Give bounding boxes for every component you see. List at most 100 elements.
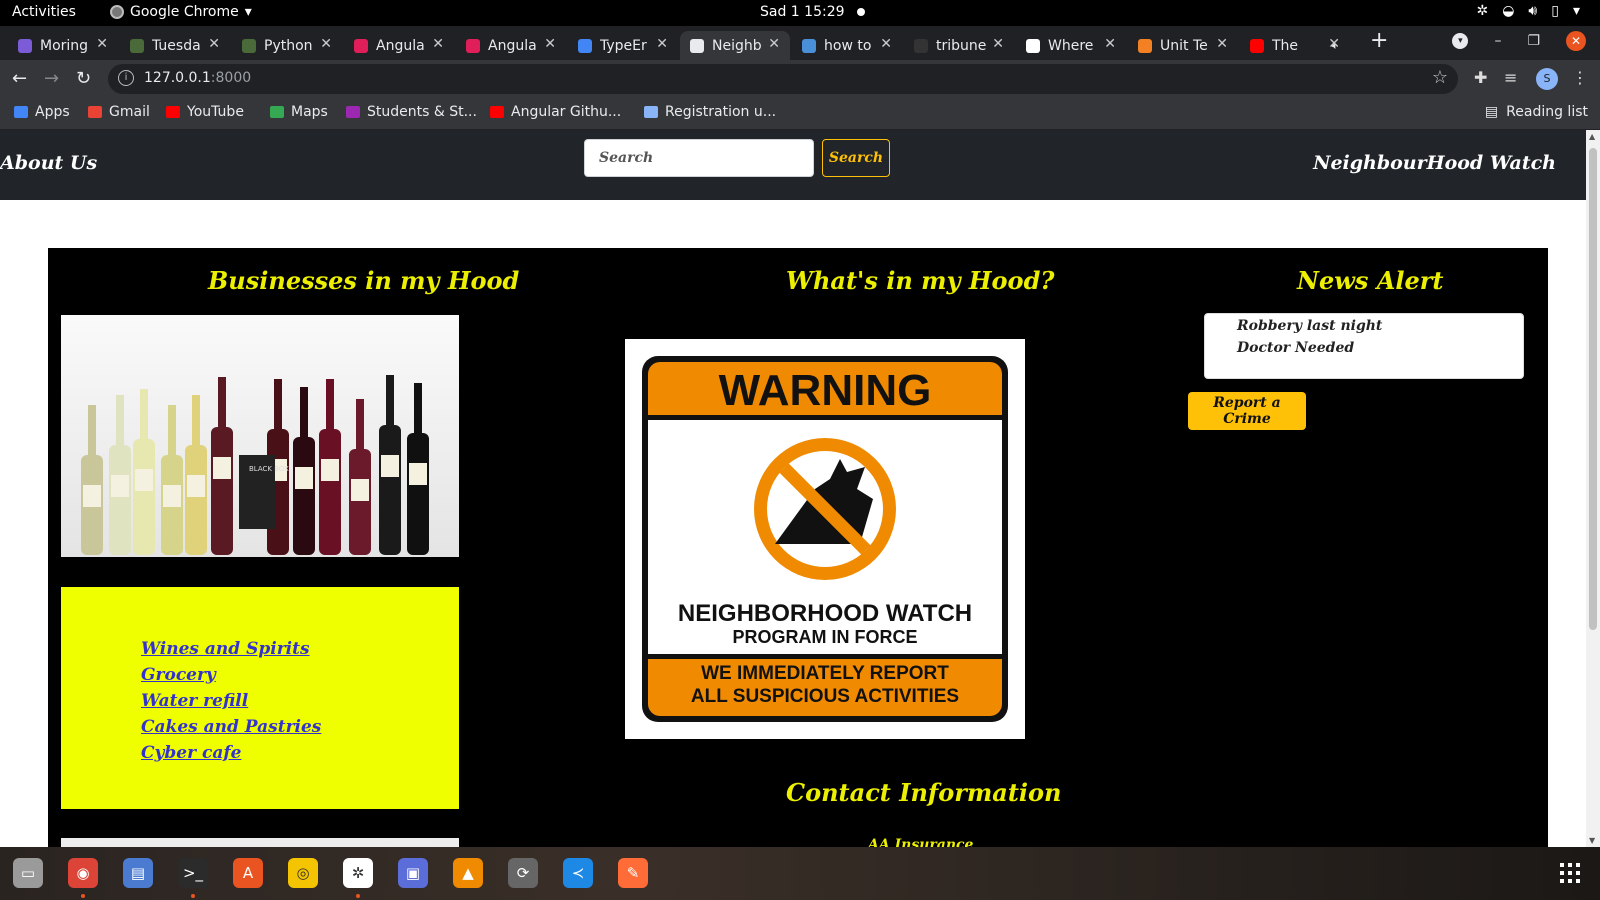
business-link[interactable]: Water refill [141,691,248,711]
bookmark-item[interactable]: Gmail [88,104,150,120]
profile-avatar[interactable]: S [1536,68,1558,90]
app-menu[interactable]: Google Chrome ▾ [110,4,252,20]
text-editor-icon[interactable]: ▤ [123,858,153,888]
browser-tab[interactable]: Neighb ✕ [680,31,790,60]
scroll-down-icon[interactable]: ▼ [1589,836,1595,845]
bookmark-item[interactable]: Maps [270,104,328,120]
bottle-neck-shape [386,375,394,429]
chrome-icon[interactable]: ◉ [68,858,98,888]
tab-close-icon[interactable]: ✕ [432,36,444,52]
new-tab-button[interactable]: + [1370,28,1388,53]
sign-warning-text: WARNING [719,366,932,415]
tab-strip: Moring ✕ Tuesda ✕ Python ✕ Angula ✕ Angula ✕ TypeE… [0,26,1600,60]
browser-tab[interactable]: tribune ✕ [904,31,1014,60]
site-info-icon[interactable]: i [118,70,134,86]
sign-line-1: NEIGHBORHOOD WATCH [678,600,972,627]
browser-tab[interactable]: The 🔈︎ ✕ [1240,31,1350,60]
tab-title: Moring [40,37,89,54]
close-window-icon[interactable]: ✕ [1566,31,1586,51]
report-crime-button[interactable]: Report a Crime [1188,392,1306,430]
tab-close-icon[interactable]: ✕ [1104,36,1116,52]
bookmark-item[interactable]: Registration u... [644,104,776,120]
tab-close-icon[interactable]: ✕ [96,36,108,52]
battery-icon[interactable]: ▯ [1551,3,1559,19]
tab-close-icon[interactable]: ✕ [880,36,892,52]
chevron-down-icon[interactable]: ▾ [1573,3,1580,19]
browser-tab[interactable]: Angula ✕ [344,31,454,60]
browser-tab[interactable]: how to ✕ [792,31,902,60]
scroll-up-icon[interactable]: ▲ [1589,132,1595,141]
clock[interactable]: Sad 1 15:29 [760,4,865,20]
bookmark-favicon-icon [88,106,102,118]
reload-icon[interactable]: ↻ [76,68,91,89]
browser-tab[interactable]: Where ✕ [1016,31,1126,60]
volume-icon[interactable]: 🔊︎ [1528,3,1537,19]
page-scrollbar[interactable]: ▲ ▼ [1586,130,1600,847]
media-icon[interactable]: ≡ [1504,68,1517,87]
activities-button[interactable]: Activities [12,4,76,20]
tab-search-icon[interactable]: ▾ [1452,33,1469,49]
tab-favicon-icon [578,38,592,53]
forward-icon[interactable]: → [44,68,59,89]
vscode-icon[interactable]: ≺ [563,858,593,888]
bookmark-item[interactable]: Angular Githu... [490,104,621,120]
search-button[interactable]: Search [822,139,890,177]
business-link[interactable]: Wines and Spirits [141,639,310,659]
tab-close-icon[interactable]: ✕ [208,36,220,52]
show-applications-icon[interactable] [1560,863,1580,883]
tab-close-icon[interactable]: ✕ [1216,36,1228,52]
tab-close-icon[interactable]: ✕ [320,36,332,52]
about-us-link[interactable]: About Us [0,152,97,174]
terminal-icon[interactable]: >_ [178,858,208,888]
browser-tab[interactable]: Moring ✕ [8,31,118,60]
bookmark-item[interactable]: Students & St... [346,104,477,120]
tab-close-icon[interactable]: ✕ [992,36,1004,52]
main-content: Businesses in my Hood BLACK BOX Wines an… [48,248,1548,847]
files-icon[interactable]: ▭ [13,858,43,888]
url-text[interactable]: 127.0.0.1:8000 [144,70,251,86]
updater-icon[interactable]: ⟳ [508,858,538,888]
browser-tab[interactable]: Python ✕ [232,31,342,60]
bookmark-favicon-icon [166,106,180,118]
search-input[interactable] [584,139,814,177]
tab-close-icon[interactable]: ✕ [656,36,668,52]
reading-list-button[interactable]: ▤ Reading list [1485,104,1588,120]
maximize-icon[interactable]: ❐ [1527,33,1540,49]
tab-close-icon[interactable]: ✕ [1328,36,1340,52]
business-link[interactable]: Cakes and Pastries [141,717,321,737]
slack-tray-icon[interactable]: ✲ [1476,3,1488,19]
business-link[interactable]: Grocery [141,665,216,685]
tab-title: Unit Te [1160,37,1208,54]
slack-icon[interactable]: ✲ [343,858,373,888]
minimize-icon[interactable]: – [1494,33,1501,49]
menu-icon[interactable]: ⋮ [1572,68,1588,87]
scrollbar-thumb[interactable] [1589,148,1597,630]
software-center-icon[interactable]: A [233,858,263,888]
postman-icon[interactable]: ✎ [618,858,648,888]
bottle-neck-shape [140,389,148,443]
site-brand[interactable]: NeighbourHood Watch [1313,152,1556,174]
browser-tab[interactable]: Tuesda ✕ [120,31,230,60]
vlc-icon[interactable]: ▲ [453,858,483,888]
tab-close-icon[interactable]: ✕ [544,36,556,52]
browser-tab[interactable]: Unit Te ✕ [1128,31,1238,60]
extensions-icon[interactable]: ✚ [1474,68,1487,87]
tab-favicon-icon [130,38,144,53]
page-viewport: About Us Search NeighbourHood Watch Busi… [0,130,1586,847]
bookmark-item[interactable]: Apps [14,104,70,120]
address-bar[interactable]: i 127.0.0.1:8000 ☆ [108,64,1458,94]
business-link[interactable]: Cyber cafe [141,743,241,763]
bottle-label-shape [111,475,129,497]
browser-tab[interactable]: TypeEr ✕ [568,31,678,60]
tab-favicon-icon [1250,38,1264,53]
back-icon[interactable]: ← [12,68,27,89]
browser-tab[interactable]: Angula ✕ [456,31,566,60]
screenshot-icon[interactable]: ▣ [398,858,428,888]
rhythmbox-icon[interactable]: ◎ [288,858,318,888]
system-tray[interactable]: ✲ ◒ 🔊︎ ▯ ▾ [1476,3,1580,19]
wifi-icon[interactable]: ◒ [1502,3,1514,19]
bookmark-item[interactable]: YouTube [166,104,244,120]
bookmark-label: Angular Githu... [511,104,622,120]
tab-close-icon[interactable]: ✕ [768,36,780,52]
bookmark-star-icon[interactable]: ☆ [1432,67,1448,88]
